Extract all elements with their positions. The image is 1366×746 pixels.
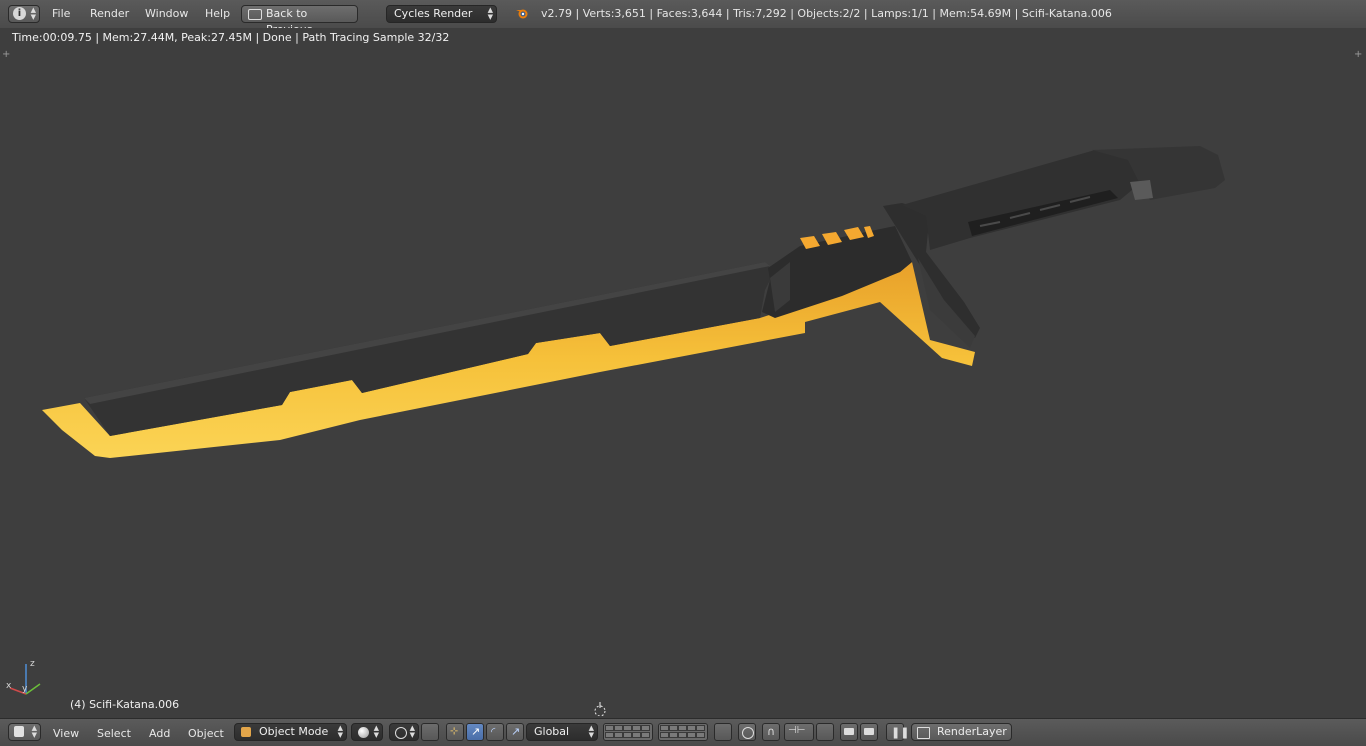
3d-view-header: ▲ ▼ View Select Add Object Object Mode ▲ ▼… (0, 718, 1366, 746)
scene-layers-group-2[interactable] (658, 723, 708, 741)
manipulator-toggle-button[interactable]: ⊹ (446, 723, 464, 741)
updown-arrow-icon: ▲ ▼ (373, 724, 379, 739)
back-icon (248, 9, 262, 20)
render-engine-label: Cycles Render (394, 7, 473, 20)
updown-arrow-icon: ▲ ▼ (487, 6, 493, 21)
proportional-edit-button[interactable] (738, 723, 756, 741)
active-object-label: (4) Scifi-Katana.006 (70, 698, 180, 711)
updown-arrow-icon: ▲ ▼ (409, 724, 415, 739)
3d-cursor-icon[interactable] (593, 702, 607, 717)
snap-element-icon: ⊣⊢ (788, 725, 806, 736)
split-area-right-icon[interactable]: + (1354, 50, 1364, 60)
snap-element-button[interactable]: ⊣⊢ (784, 723, 814, 741)
render-layer-icon (917, 727, 930, 739)
transform-orientation-dropdown[interactable]: Global ▲ ▼ (526, 723, 598, 741)
shading-sphere-icon (358, 727, 369, 738)
info-header: i ▲▼ File Render Window Help Back to Pre… (0, 0, 1366, 36)
interaction-mode-dropdown[interactable]: Object Mode ▲ ▼ (234, 723, 347, 741)
menu-help[interactable]: Help (205, 7, 230, 20)
proportional-icon (742, 727, 754, 739)
scene-statistics: v2.79 | Verts:3,651 | Faces:3,644 | Tris… (541, 7, 1112, 20)
viewport-shading-dropdown[interactable]: ▲ ▼ (351, 723, 383, 741)
editor-type-button[interactable]: i ▲ ▼ (8, 5, 40, 23)
split-area-left-icon[interactable]: + (2, 50, 12, 60)
menu-view[interactable]: View (53, 727, 79, 740)
snap-target-button[interactable] (816, 723, 834, 741)
pause-icon: ❚❚ (891, 726, 910, 739)
back-to-previous-button[interactable]: Back to Previous (241, 5, 358, 36)
clapper-icon (864, 728, 874, 735)
handle (902, 150, 1150, 250)
cube-view-icon (14, 726, 24, 737)
opengl-render-button[interactable] (840, 723, 858, 741)
translate-manipulator-button[interactable]: ↗ (466, 723, 484, 741)
menu-add[interactable]: Add (149, 727, 170, 740)
editor-type-button[interactable]: ▲ ▼ (8, 723, 41, 741)
arrow-icon: ↗ (471, 725, 481, 738)
manipulator-icon: ⊹ (450, 726, 459, 737)
info-icon: i (13, 7, 26, 20)
menu-render[interactable]: Render (90, 7, 129, 20)
menu-file[interactable]: File (52, 7, 70, 20)
menu-window[interactable]: Window (145, 7, 188, 20)
scale-manipulator-button[interactable]: ↗ (506, 723, 524, 741)
updown-arrow-icon: ▲ ▼ (588, 724, 594, 739)
axis-y-label: y (22, 684, 28, 694)
rotate-icon: ◜ (491, 725, 496, 738)
magnet-icon: ∩ (767, 725, 776, 738)
render-engine-dropdown[interactable]: Cycles Render ▲ ▼ (386, 5, 497, 23)
transform-orientation-label: Global (534, 725, 570, 738)
overlay-toggle-button[interactable]: ❚❚ (886, 723, 909, 741)
render-info-text: Time:00:09.75 | Mem:27.44M, Peak:27.45M … (12, 31, 450, 44)
render-layer-button[interactable]: RenderLayer (911, 723, 1012, 741)
axis-x-label: x (6, 681, 12, 691)
interaction-mode-label: Object Mode (259, 725, 329, 738)
scene-layers-group-1[interactable] (603, 723, 653, 741)
scale-icon: ↗ (511, 725, 521, 738)
limit-selection-button[interactable] (421, 723, 439, 741)
axis-z-label: z (30, 659, 35, 669)
pivot-point-dropdown[interactable]: ▲ ▼ (389, 723, 419, 741)
rotate-manipulator-button[interactable]: ◜ (486, 723, 504, 741)
blender-logo-icon (515, 7, 529, 19)
menu-select[interactable]: Select (97, 727, 131, 740)
menu-object[interactable]: Object (188, 727, 224, 740)
updown-arrow-icon: ▲ ▼ (31, 724, 37, 739)
updown-arrow-icon: ▲ ▼ (337, 724, 343, 739)
object-mode-icon (241, 727, 251, 737)
snap-toggle-button[interactable]: ∩ (762, 723, 780, 741)
updown-arrow-icon: ▲ ▼ (30, 6, 36, 21)
opengl-animation-button[interactable] (860, 723, 878, 741)
pivot-icon (395, 727, 407, 739)
3d-viewport[interactable]: z x y (0, 28, 1366, 718)
render-layer-label: RenderLayer (937, 725, 1007, 738)
lock-layers-button[interactable] (714, 723, 732, 741)
rendered-katana (42, 146, 1225, 458)
camera-icon (844, 728, 854, 735)
